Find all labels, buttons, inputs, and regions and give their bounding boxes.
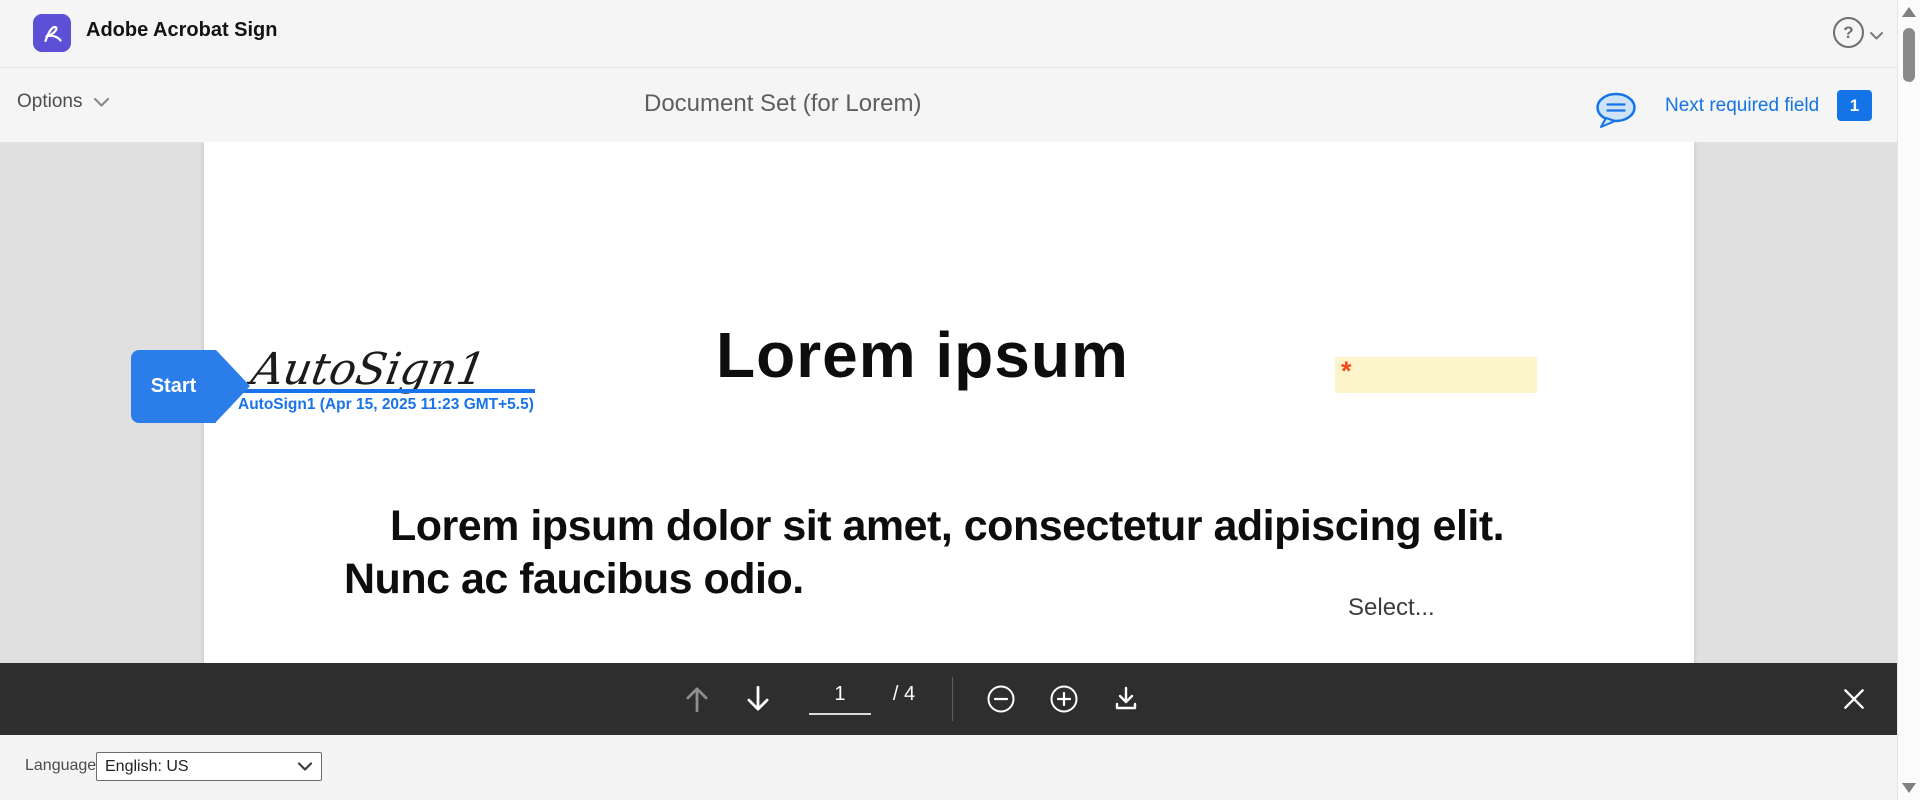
page-number-group: / 4	[808, 683, 916, 715]
arrow-down-icon	[747, 685, 769, 711]
zoom-out-button[interactable]	[986, 684, 1016, 714]
app-title: Adobe Acrobat Sign	[86, 19, 278, 41]
comment-bubble-button[interactable]	[1593, 91, 1639, 134]
close-toolbar-button[interactable]	[1841, 686, 1867, 715]
signature-script: AutoSign1	[247, 344, 490, 395]
start-signing-tab[interactable]: Start	[131, 350, 250, 423]
previous-page-button[interactable]	[683, 684, 711, 714]
signature-underline	[235, 389, 535, 393]
dropdown-field[interactable]: Select...	[1348, 594, 1435, 622]
page-number-input[interactable]	[808, 683, 871, 715]
minus-circle-icon	[987, 685, 1015, 713]
language-bar: Language English: US	[0, 735, 1897, 800]
document-toolbar: Options Document Set (for Lorem) Next re…	[0, 69, 1897, 142]
options-menu-button[interactable]: Options	[17, 91, 110, 113]
viewer-toolbar: / 4	[0, 663, 1897, 735]
page-total-label: / 4	[892, 683, 916, 705]
scrollbar-down-arrow-icon[interactable]	[1902, 783, 1916, 793]
document-viewport: Start AutoSign1 AutoSign1 (Apr 15, 2025 …	[0, 142, 1897, 735]
download-icon	[1115, 686, 1137, 710]
plus-circle-icon	[1050, 685, 1078, 713]
scrollbar-up-arrow-icon[interactable]	[1902, 7, 1916, 17]
document-set-title: Document Set (for Lorem)	[644, 90, 922, 117]
help-button[interactable]: ?	[1833, 17, 1864, 48]
required-asterisk: *	[1341, 356, 1352, 386]
scrollbar-thumb[interactable]	[1903, 28, 1915, 82]
speech-bubble-icon	[1596, 92, 1636, 128]
help-chevron-down-icon[interactable]	[1869, 28, 1884, 46]
language-value: English: US	[105, 757, 189, 775]
start-tab-label: Start	[150, 375, 197, 397]
viewer-controls: / 4	[683, 677, 1140, 721]
document-heading: Lorem ipsum	[716, 319, 1129, 391]
language-label: Language	[25, 757, 97, 774]
app-header: Adobe Acrobat Sign ?	[0, 0, 1897, 68]
close-icon	[1844, 689, 1864, 709]
chevron-down-icon	[94, 97, 110, 107]
acrobat-sign-window: Adobe Acrobat Sign ? Options Document Se…	[0, 0, 1920, 800]
document-body-text: Lorem ipsum dolor sit amet, consectetur …	[344, 502, 1505, 603]
next-required-field-link[interactable]: Next required field	[1665, 95, 1819, 117]
required-field-count-badge: 1	[1837, 90, 1872, 121]
signature-field[interactable]: AutoSign1 AutoSign1 (Apr 15, 2025 11:23 …	[230, 342, 550, 413]
required-count: 1	[1849, 95, 1860, 115]
language-select[interactable]: English: US	[96, 752, 322, 781]
vertical-scrollbar[interactable]	[1897, 0, 1920, 800]
toolbar-divider	[952, 677, 954, 721]
next-page-button[interactable]	[744, 684, 772, 714]
arrow-up-icon	[686, 687, 708, 713]
required-text-field[interactable]: *	[1335, 356, 1537, 393]
download-button[interactable]	[1112, 685, 1140, 713]
zoom-in-button[interactable]	[1049, 684, 1079, 714]
acrobat-a-icon	[44, 25, 62, 43]
acrobat-logo	[33, 14, 71, 52]
document-page	[204, 142, 1694, 735]
signature-timestamp: AutoSign1 (Apr 15, 2025 11:23 GMT+5.5)	[238, 396, 534, 413]
select-chevron-down-icon	[297, 761, 313, 771]
question-mark-icon: ?	[1843, 22, 1854, 42]
options-label: Options	[17, 91, 83, 112]
